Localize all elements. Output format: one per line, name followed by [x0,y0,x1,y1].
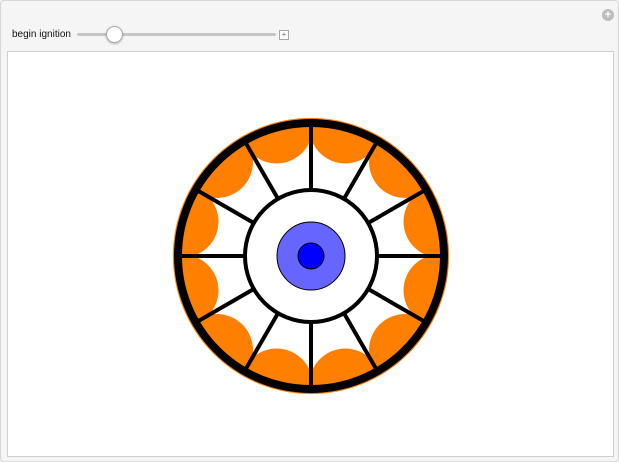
core-dark-blue [297,242,325,270]
demo-panel: + begin ignition + [0,0,619,462]
slider-label: begin ignition [12,28,71,40]
engine-figure [172,117,450,395]
options-icon[interactable]: + [602,9,614,21]
plus-icon[interactable]: + [279,30,289,40]
graphics-canvas [7,51,614,457]
slider-thumb[interactable] [106,26,124,43]
ignition-control-row: begin ignition [12,25,276,43]
ignition-slider[interactable] [76,25,276,43]
